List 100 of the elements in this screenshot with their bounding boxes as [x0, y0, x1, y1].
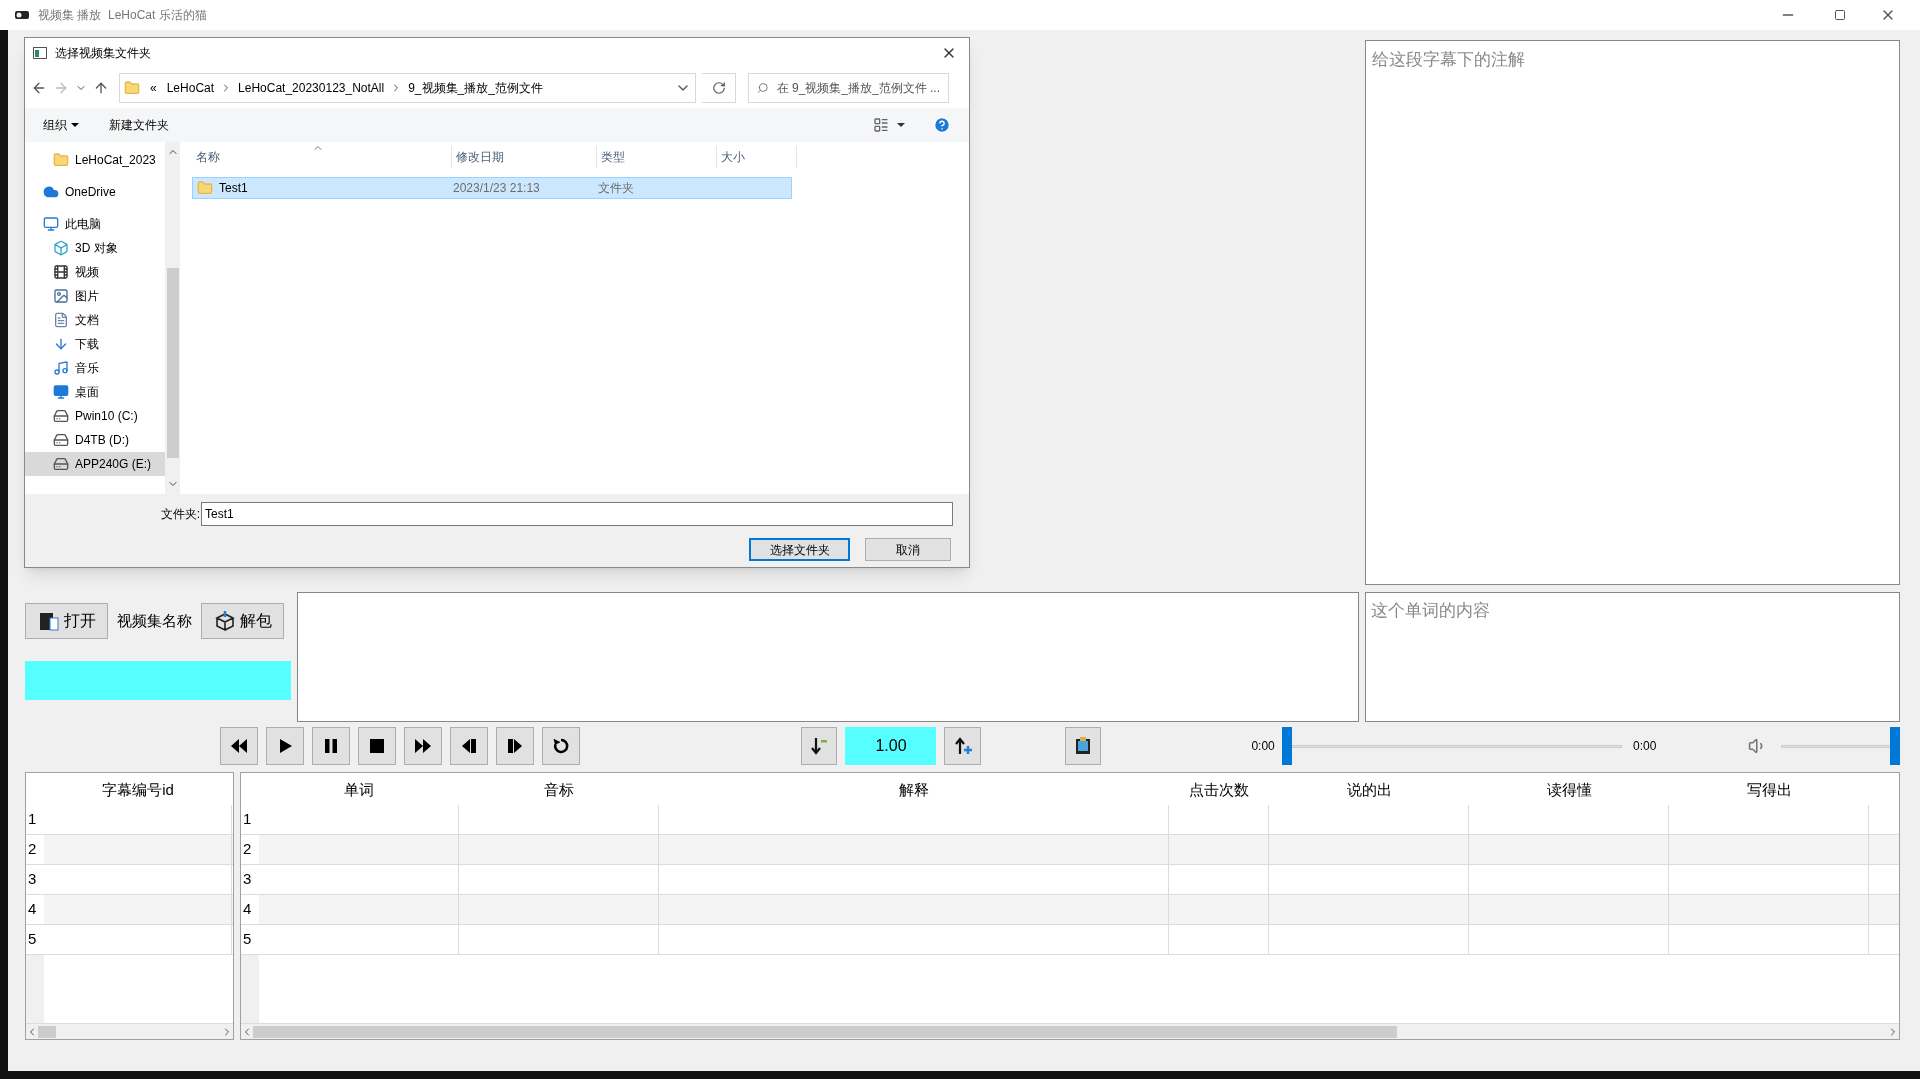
nav-item[interactable]: OneDrive: [25, 180, 165, 204]
stop-icon: [367, 736, 387, 756]
open-button[interactable]: 打开: [25, 603, 108, 639]
player-next-button[interactable]: [496, 727, 534, 765]
nav-item[interactable]: LeHoCat_2023: [25, 148, 165, 172]
column-header[interactable]: 单词: [259, 773, 459, 805]
folder-icon: [197, 180, 213, 196]
maximize-icon[interactable]: [1834, 9, 1846, 21]
drive-icon: [53, 456, 69, 472]
nav-item[interactable]: 音乐: [25, 356, 165, 380]
box-icon: [213, 610, 236, 632]
player-rewind-button[interactable]: [220, 727, 258, 765]
projector-icon: [14, 9, 30, 21]
column-header[interactable]: 读得懂: [1469, 773, 1669, 805]
nav-item[interactable]: Pwin10 (C:): [25, 404, 165, 428]
column-header[interactable]: 字幕编号id: [44, 773, 232, 805]
address-bar[interactable]: « LeHoCat LeHoCat_20230123_NotAll 9_视频集_播放_范例文件: [119, 73, 696, 103]
unpack-button[interactable]: 解包: [201, 603, 284, 639]
column-header[interactable]: 修改日期: [452, 146, 597, 168]
column-header[interactable]: 大小: [717, 146, 797, 168]
slider-thumb[interactable]: [1282, 727, 1293, 765]
column-header[interactable]: 音标: [459, 773, 659, 805]
desktop-icon: [53, 384, 69, 400]
search-icon: [757, 81, 769, 95]
slower-button[interactable]: [801, 727, 838, 765]
nav-item[interactable]: 视频: [25, 260, 165, 284]
nav-item[interactable]: 此电脑: [25, 212, 165, 236]
view-icon[interactable]: [873, 117, 889, 133]
back-icon[interactable]: [31, 80, 47, 96]
dialog-button[interactable]: 选择文件夹: [749, 538, 850, 561]
refresh-icon: [711, 81, 726, 95]
column-header[interactable]: 类型: [597, 146, 717, 168]
search-field[interactable]: 在 9_视频集_播放_范例文件 ...: [748, 73, 949, 103]
arrow-up-plus-icon: [952, 736, 973, 756]
dialog-title: 选择视频集文件夹: [55, 45, 151, 62]
download-icon: [53, 336, 69, 352]
player-pause-button[interactable]: [312, 727, 350, 765]
repeat-icon: [551, 736, 571, 756]
column-header[interactable]: 解释: [659, 773, 1169, 805]
current-time: 0:00: [1251, 738, 1276, 755]
folder-icon: [53, 152, 69, 168]
collection-name-label: 视频集名称: [117, 610, 192, 631]
nav-scrollbar[interactable]: [165, 142, 180, 494]
breadcrumb-item[interactable]: LeHoCat: [166, 79, 215, 97]
nav-item[interactable]: 桌面: [25, 380, 165, 404]
scrollbar-thumb[interactable]: [38, 1025, 57, 1038]
dialog-app-icon: [33, 47, 47, 59]
column-header[interactable]: 点击次数: [1169, 773, 1269, 805]
organize-menu[interactable]: 组织: [43, 116, 79, 134]
player-stop-button[interactable]: [358, 727, 396, 765]
column-header[interactable]: 写得出: [1669, 773, 1869, 805]
window-title: 视频集 播放 LeHoCat 乐活的猫: [38, 7, 207, 24]
word-content-field[interactable]: 这个单词的内容: [1365, 592, 1900, 722]
column-header[interactable]: 说的出: [1269, 773, 1469, 805]
file-name: Test1: [219, 180, 248, 197]
image-icon: [53, 288, 69, 304]
refresh-button[interactable]: [702, 73, 736, 103]
dialog-button[interactable]: 取消: [865, 538, 951, 561]
nav-item[interactable]: 图片: [25, 284, 165, 308]
help-icon[interactable]: [933, 116, 951, 134]
total-time: 0:00: [1633, 738, 1657, 755]
film-icon: [53, 264, 69, 280]
nav-item[interactable]: 3D 对象: [25, 236, 165, 260]
book-icon: [37, 610, 60, 632]
file-row[interactable]: Test1 2023/1/23 21:13 文件夹: [192, 177, 792, 199]
music-icon: [53, 360, 69, 376]
row-number: 4: [241, 895, 259, 924]
nav-item[interactable]: 下载: [25, 332, 165, 356]
cube-icon: [53, 240, 69, 256]
file-date: 2023/1/23 21:13: [453, 180, 541, 197]
drive-icon: [53, 408, 69, 424]
player-prev-button[interactable]: [450, 727, 488, 765]
arrow-down-minus-icon: [809, 736, 830, 756]
breadcrumb-item[interactable]: 9_视频集_播放_范例文件: [408, 79, 543, 97]
clipboard-button[interactable]: [1064, 727, 1102, 765]
row-number: 4: [26, 895, 44, 924]
caret-icon[interactable]: [897, 121, 905, 129]
row-number: 2: [26, 835, 44, 864]
nav-item[interactable]: APP240G (E:): [25, 452, 165, 476]
rewind-icon: [229, 736, 249, 756]
nav-item[interactable]: 文档: [25, 308, 165, 332]
player-play-button[interactable]: [266, 727, 304, 765]
drive-icon: [53, 432, 69, 448]
faster-button[interactable]: [944, 727, 981, 765]
new-folder-button[interactable]: 新建文件夹: [109, 116, 169, 134]
nav-item[interactable]: D4TB (D:): [25, 428, 165, 452]
annotation-field[interactable]: 给这段字幕下的注解: [1365, 40, 1900, 585]
scrollbar-thumb[interactable]: [253, 1025, 1397, 1038]
forward-icon: [413, 736, 433, 756]
player-repeat-button[interactable]: [542, 727, 580, 765]
row-number: 2: [241, 835, 259, 864]
column-header[interactable]: 名称: [192, 146, 452, 168]
folder-input[interactable]: Test1: [201, 502, 953, 526]
up-icon[interactable]: [93, 80, 109, 96]
breadcrumb-item[interactable]: «: [150, 79, 157, 97]
breadcrumb-item[interactable]: LeHoCat_20230123_NotAll: [238, 79, 385, 97]
slider-thumb[interactable]: [1890, 727, 1900, 765]
folder-label: 文件夹:: [159, 506, 200, 523]
folder-icon: [124, 80, 140, 96]
player-forward-button[interactable]: [404, 727, 442, 765]
